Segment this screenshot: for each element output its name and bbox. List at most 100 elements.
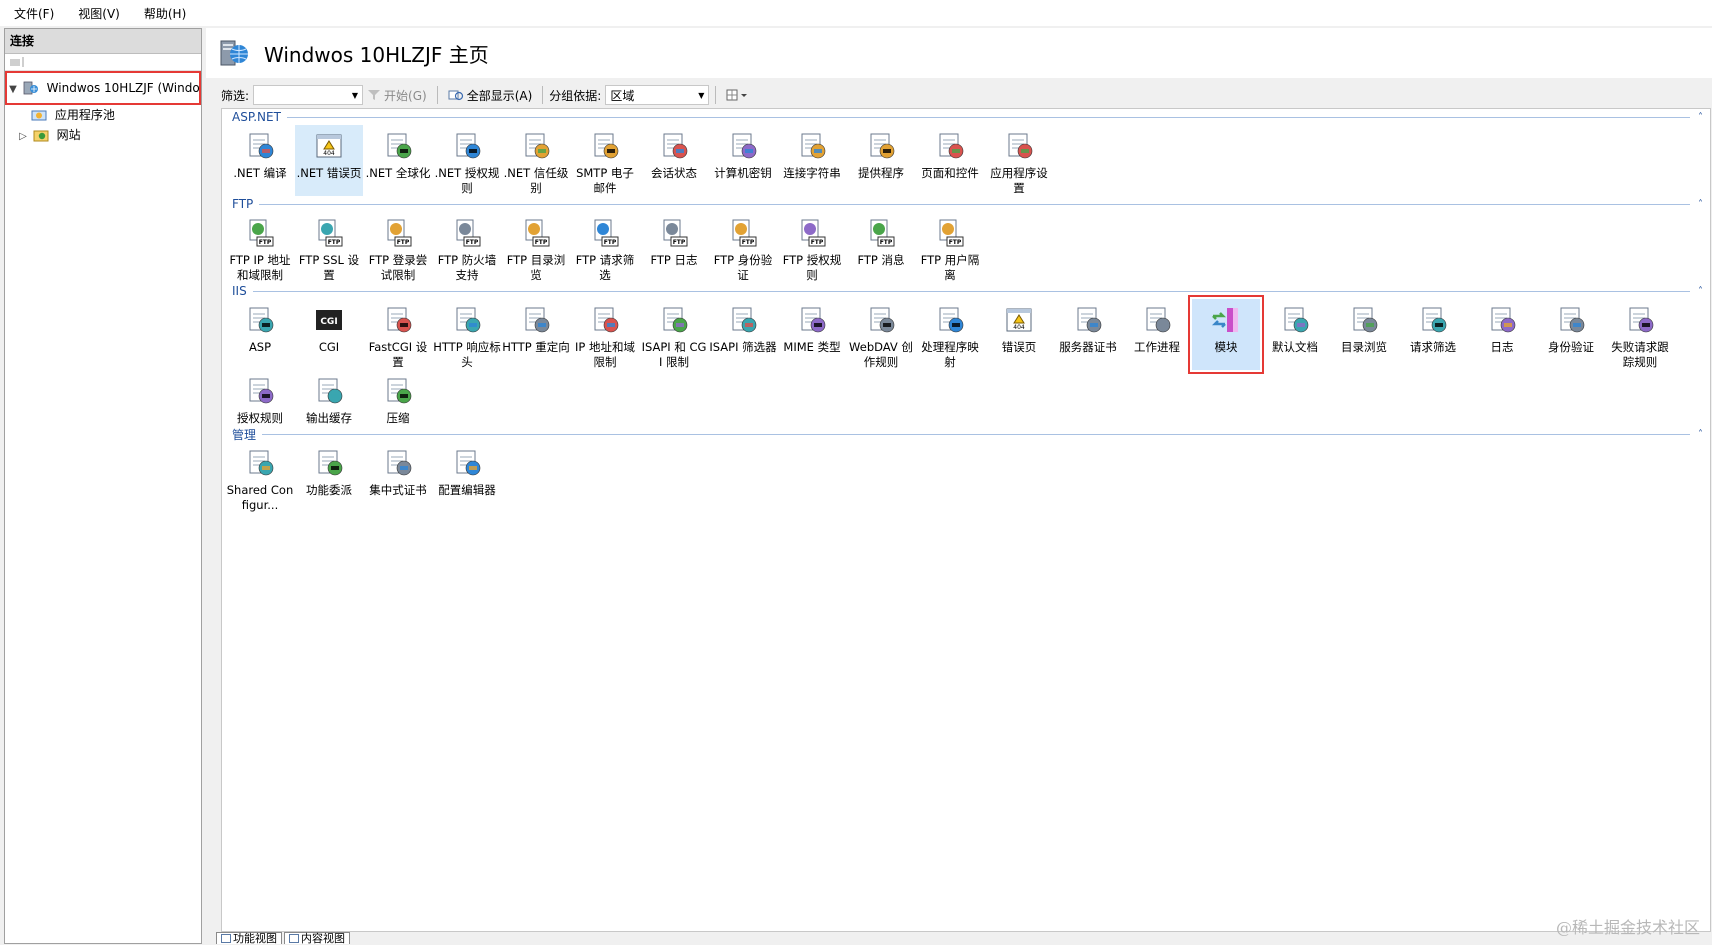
feature-item[interactable]: 页面和控件: [916, 125, 984, 196]
feature-label: FTP 身份验证: [713, 253, 773, 282]
feature-item[interactable]: FTP FTP IP 地址和域限制: [226, 212, 294, 283]
feature-item[interactable]: HTTP 响应标头: [433, 299, 501, 370]
feature-item[interactable]: FTP FTP 用户隔离: [916, 212, 984, 283]
collapse-chevron-icon[interactable]: ˄: [1698, 199, 1710, 210]
feature-item[interactable]: CGI CGI: [295, 299, 363, 370]
feature-item[interactable]: FTP FTP 身份验证: [709, 212, 777, 283]
feature-item[interactable]: 服务器证书: [1054, 299, 1122, 370]
feature-item[interactable]: 身份验证: [1537, 299, 1605, 370]
group-header[interactable]: FTP ˄: [222, 196, 1710, 212]
view-grid-icon: [726, 89, 748, 101]
collapse-chevron-icon[interactable]: ˄: [1698, 429, 1710, 440]
feature-item[interactable]: 请求筛选: [1399, 299, 1467, 370]
svg-text:FTP: FTP: [604, 239, 617, 246]
main-pane: Windwos 10HLZJF 主页 筛选: ▼ 开始(G) 全部显示(A) 分…: [206, 28, 1712, 944]
feature-item[interactable]: 输出缓存: [295, 370, 363, 426]
feature-item[interactable]: 配置编辑器: [433, 442, 501, 513]
feature-item[interactable]: .NET 授权规则: [433, 125, 501, 196]
feature-item[interactable]: FTP FTP 请求筛选: [571, 212, 639, 283]
feature-item[interactable]: .NET 编译: [226, 125, 294, 196]
ftp-log-icon: FTP: [656, 215, 692, 251]
feature-item[interactable]: 集中式证书: [364, 442, 432, 513]
isapi-cgi-icon: [656, 302, 692, 338]
feature-item[interactable]: ISAPI 和 CGI 限制: [640, 299, 708, 370]
feature-item[interactable]: IP 地址和域限制: [571, 299, 639, 370]
feature-item[interactable]: FTP FTP SSL 设置: [295, 212, 363, 283]
dropdown-arrow-icon[interactable]: ▼: [352, 91, 358, 100]
feature-item[interactable]: WebDAV 创作规则: [847, 299, 915, 370]
feature-item[interactable]: .NET 全球化: [364, 125, 432, 196]
feature-item[interactable]: 功能委派: [295, 442, 363, 513]
feature-item[interactable]: 日志: [1468, 299, 1536, 370]
feature-item[interactable]: 模块: [1188, 295, 1264, 374]
dropdown-arrow-icon[interactable]: ▼: [698, 91, 704, 100]
feature-label: FastCGI 设置: [368, 340, 428, 369]
feature-item[interactable]: FTP FTP 目录浏览: [502, 212, 570, 283]
feature-item[interactable]: ISAPI 筛选器: [709, 299, 777, 370]
feature-item[interactable]: 授权规则: [226, 370, 294, 426]
feature-item[interactable]: 工作进程: [1123, 299, 1191, 370]
feature-label: IP 地址和域限制: [575, 340, 635, 369]
group-header[interactable]: IIS ˄: [222, 283, 1710, 299]
feature-item[interactable]: FTP FTP 日志: [640, 212, 708, 283]
server-icon: [23, 81, 38, 95]
tab-content-view[interactable]: 内容视图: [284, 932, 350, 944]
feature-item[interactable]: 目录浏览: [1330, 299, 1398, 370]
connections-header: 连接: [5, 29, 201, 54]
connstring-icon: [794, 128, 830, 164]
feature-item[interactable]: 提供程序: [847, 125, 915, 196]
feature-label: 失败请求跟踪规则: [1611, 340, 1669, 369]
feature-item[interactable]: 压缩: [364, 370, 432, 426]
tree-root-server[interactable]: ▼ Windwos 10HLZJF (Windo: [5, 71, 201, 105]
feature-item[interactable]: FTP FTP 登录尝试限制: [364, 212, 432, 283]
view-mode-button[interactable]: [726, 89, 748, 101]
go-button[interactable]: 开始(G): [367, 87, 427, 104]
feature-item[interactable]: 404 错误页: [985, 299, 1053, 370]
feature-item[interactable]: 处理程序映射: [916, 299, 984, 370]
feature-item[interactable]: 默认文档: [1261, 299, 1329, 370]
group-header[interactable]: ASP.NET ˄: [222, 109, 1710, 125]
feature-item[interactable]: 计算机密钥: [709, 125, 777, 196]
tree-item-sites[interactable]: ▷ 网站: [5, 125, 201, 145]
trust-globe-icon: [518, 128, 554, 164]
tab-label: 功能视图: [233, 932, 277, 945]
collapse-chevron-icon[interactable]: ˄: [1698, 112, 1710, 123]
feature-list: .NET 编译 404 .NET 错误页 .NET 全球化 .NET 授权规则 .NET …: [222, 125, 1710, 196]
feature-item[interactable]: SMTP 电子邮件: [571, 125, 639, 196]
feature-label: .NET 全球化: [365, 166, 431, 180]
feature-item[interactable]: HTTP 重定向: [502, 299, 570, 370]
feature-item[interactable]: FTP FTP 消息: [847, 212, 915, 283]
feature-item[interactable]: FastCGI 设置: [364, 299, 432, 370]
pages-icon: [932, 128, 968, 164]
feature-item[interactable]: FTP FTP 授权规则: [778, 212, 846, 283]
feature-item[interactable]: 连接字符串: [778, 125, 846, 196]
feature-item[interactable]: .NET 信任级别: [502, 125, 570, 196]
show-all-button[interactable]: 全部显示(A): [448, 87, 532, 104]
feature-groups: ASP.NET ˄ .NET 编译 404 .NET 错误页 .NET 全球化 .NET 授…: [222, 109, 1710, 513]
delegation-icon: [311, 445, 347, 481]
feature-item[interactable]: 应用程序设置: [985, 125, 1053, 196]
feature-item[interactable]: FTP FTP 防火墙支持: [433, 212, 501, 283]
feature-label: 应用程序设置: [990, 166, 1048, 195]
tab-features-view[interactable]: 功能视图: [216, 932, 282, 944]
feature-label: .NET 信任级别: [503, 166, 569, 195]
feature-item[interactable]: MIME 类型: [778, 299, 846, 370]
menu-file[interactable]: 文件(F): [0, 5, 64, 22]
feature-item[interactable]: Shared Configur...: [226, 442, 294, 513]
menu-view[interactable]: 视图(V): [64, 5, 130, 22]
collapse-arrow-icon[interactable]: ▼: [7, 75, 19, 105]
filter-input[interactable]: ▼: [253, 85, 364, 105]
fastcgi-icon: [380, 302, 416, 338]
expand-arrow-icon[interactable]: ▷: [17, 127, 29, 147]
menu-help[interactable]: 帮助(H): [130, 5, 196, 22]
connect-icon[interactable]: [8, 55, 38, 69]
feature-item[interactable]: 失败请求跟踪规则: [1606, 299, 1674, 370]
group-header[interactable]: 管理 ˄: [222, 426, 1710, 442]
feature-item[interactable]: 会话状态: [640, 125, 708, 196]
tree-item-app-pools[interactable]: 应用程序池: [5, 105, 201, 125]
collapse-chevron-icon[interactable]: ˄: [1698, 286, 1710, 297]
feature-item[interactable]: 404 .NET 错误页: [295, 125, 363, 196]
lock-doc-icon: [449, 128, 485, 164]
groupby-select[interactable]: 区域 ▼: [605, 85, 710, 105]
feature-item[interactable]: ASP: [226, 299, 294, 370]
